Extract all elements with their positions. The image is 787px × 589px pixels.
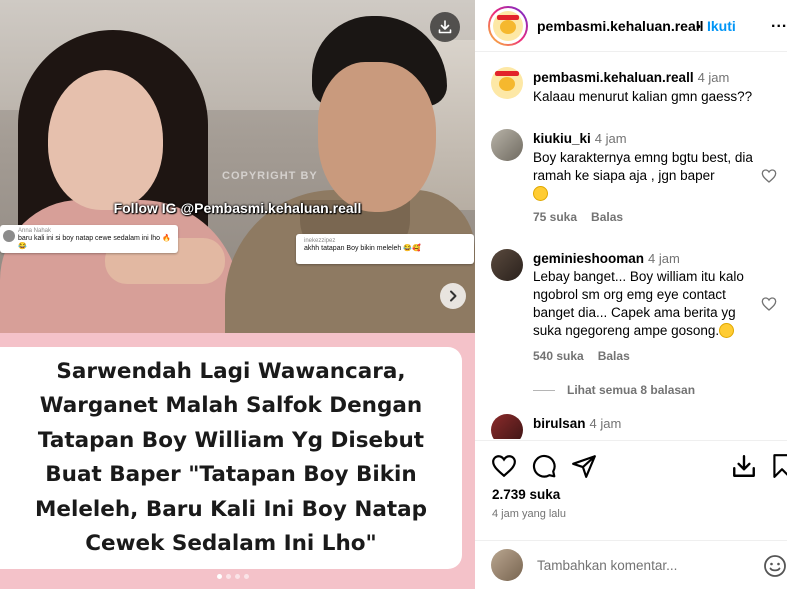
comment-time: 4 jam bbox=[589, 416, 622, 431]
comment-meta: 540 suka Balas bbox=[533, 349, 644, 363]
man-face bbox=[318, 62, 436, 212]
more-options-icon[interactable]: ... bbox=[771, 14, 787, 32]
laughing-emoji-icon bbox=[719, 323, 735, 338]
view-replies-link[interactable]: Lihat semua 8 balasan bbox=[533, 383, 695, 397]
heart-icon[interactable] bbox=[761, 168, 777, 184]
add-comment-input[interactable]: Tambahkan komentar... bbox=[537, 558, 677, 573]
add-comment-bar: Tambahkan komentar... bbox=[475, 540, 787, 589]
heart-icon[interactable] bbox=[761, 296, 777, 312]
follow-button[interactable]: Ikuti bbox=[707, 18, 736, 34]
caption-text: Sarwendah Lagi Wawancara, Warganet Malah… bbox=[34, 358, 428, 557]
post-header: pembasmi.kehaluan.reall • Ikuti ... bbox=[475, 0, 787, 52]
avatar[interactable] bbox=[491, 129, 523, 161]
post-side-panel: pembasmi.kehaluan.reall • Ikuti ... pemb… bbox=[475, 0, 787, 589]
carousel-dot[interactable] bbox=[244, 574, 249, 579]
download-button[interactable] bbox=[430, 12, 460, 42]
emoji-icon[interactable] bbox=[763, 554, 787, 578]
embedded-comment-text: akhh tatapan Boy bikin meleleh 😂🥰 bbox=[304, 245, 421, 252]
header-separator: • bbox=[696, 18, 701, 34]
bookmark-icon[interactable] bbox=[769, 453, 787, 479]
download-icon bbox=[438, 20, 452, 34]
avatar[interactable] bbox=[491, 414, 523, 439]
carousel-dots bbox=[217, 574, 249, 579]
save-icon[interactable] bbox=[731, 453, 757, 479]
avatar[interactable] bbox=[491, 67, 523, 99]
comment-time: 4 jam bbox=[648, 251, 680, 266]
avatar[interactable] bbox=[488, 6, 528, 46]
reply-button[interactable]: Balas bbox=[598, 349, 630, 363]
carousel-dot[interactable] bbox=[217, 574, 222, 579]
likes-count[interactable]: 2.739 suka bbox=[492, 487, 560, 502]
avatar[interactable] bbox=[491, 249, 523, 281]
post-media: COPYRIGHT BY Follow IG @Pembasmi.kehalua… bbox=[0, 0, 475, 589]
comment-time: 4 jam bbox=[594, 131, 627, 146]
avatar bbox=[491, 549, 523, 581]
comment-time: 4 jam bbox=[697, 70, 730, 85]
carousel-dot[interactable] bbox=[226, 574, 231, 579]
heart-icon[interactable] bbox=[491, 453, 517, 479]
woman-face bbox=[48, 70, 163, 210]
comment-user[interactable]: geminieshooman 4 jam bbox=[533, 251, 680, 266]
comment-text: Boy karakternya emng bgtu best, dia rama… bbox=[533, 149, 753, 203]
comment-meta: 75 suka Balas bbox=[533, 210, 637, 224]
post-photo: COPYRIGHT BY Follow IG @Pembasmi.kehalua… bbox=[0, 0, 475, 333]
embedded-comment: Anna Nahak baru kali ini si boy natap ce… bbox=[0, 225, 178, 253]
share-icon[interactable] bbox=[571, 453, 597, 479]
comment-user[interactable]: birulsan 4 jam bbox=[533, 416, 621, 431]
account-logo-icon bbox=[493, 11, 523, 41]
header-username[interactable]: pembasmi.kehaluan.reall bbox=[537, 18, 704, 34]
avatar bbox=[3, 230, 15, 242]
chevron-right-icon bbox=[450, 290, 457, 302]
comment-likes[interactable]: 75 suka bbox=[533, 210, 577, 224]
comments-list: pembasmi.kehaluan.reall 4 jam Kalaau menu… bbox=[475, 53, 787, 439]
carousel-dot[interactable] bbox=[235, 574, 240, 579]
reply-button[interactable]: Balas bbox=[591, 210, 623, 224]
post-timestamp: 4 jam yang lalu bbox=[492, 508, 566, 520]
comment-user[interactable]: pembasmi.kehaluan.reall 4 jam bbox=[533, 70, 729, 85]
comment-text: Lebay banget... Boy william itu kalo ngo… bbox=[533, 269, 744, 338]
comment-likes[interactable]: 540 suka bbox=[533, 349, 584, 363]
overlay-follow-text: Follow IG @Pembasmi.kehaluan.reall bbox=[113, 200, 362, 216]
laughing-emoji-icon bbox=[533, 186, 548, 201]
comment-user[interactable]: kiukiu_ki 4 jam bbox=[533, 131, 627, 146]
action-bar: 2.739 suka 4 jam yang lalu bbox=[475, 440, 787, 550]
next-slide-button[interactable] bbox=[440, 283, 466, 309]
watermark-text: COPYRIGHT BY bbox=[222, 170, 318, 182]
embedded-comment-text: baru kali ini si boy natap cewe sedalam … bbox=[18, 235, 171, 250]
comment-icon[interactable] bbox=[531, 453, 557, 479]
comment-text: Kalaau menurut kalian gmn gaess?? bbox=[533, 89, 753, 104]
caption-card: Sarwendah Lagi Wawancara, Warganet Malah… bbox=[0, 347, 462, 569]
embedded-comment: inekezzipez akhh tatapan Boy bikin melel… bbox=[296, 234, 474, 264]
